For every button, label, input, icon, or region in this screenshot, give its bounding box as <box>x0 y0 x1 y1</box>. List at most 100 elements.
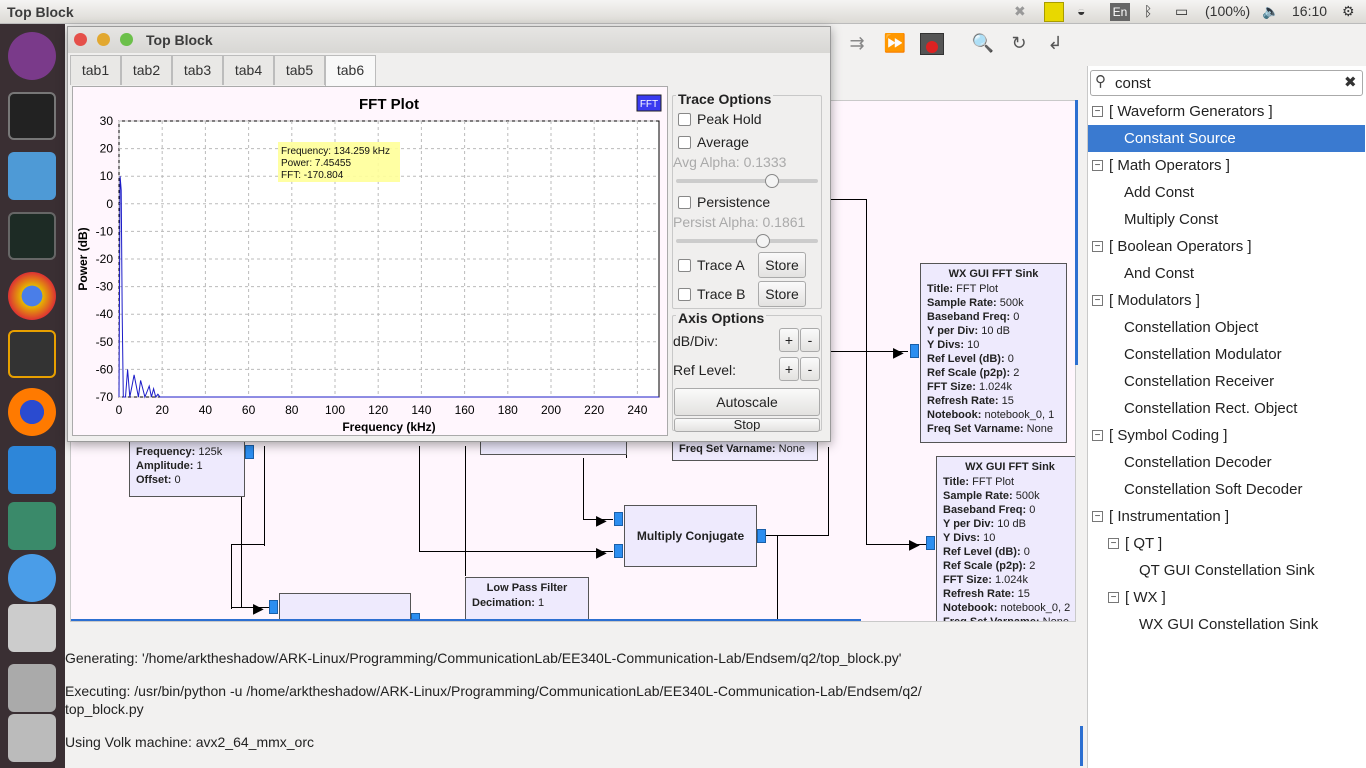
drive-icon[interactable] <box>8 664 56 712</box>
avg-alpha-knob[interactable] <box>765 174 779 188</box>
settings-gear-icon[interactable]: ⚙ <box>1342 3 1355 20</box>
console-scrollbar[interactable] <box>1080 726 1083 766</box>
notes-icon[interactable] <box>1044 2 1064 22</box>
tree-item[interactable]: Constant Source <box>1088 125 1365 152</box>
collapse-icon[interactable]: − <box>1092 241 1103 252</box>
block-search[interactable]: ⚲ ✖ <box>1090 70 1363 96</box>
vertical-scrollbar[interactable] <box>1075 100 1078 365</box>
output-port[interactable] <box>245 445 254 459</box>
bluetooth-icon[interactable]: ᛒ <box>1144 3 1152 19</box>
wx-fft-sink-block-2[interactable]: WX GUI FFT Sink Title: FFT Plot Sample Ra… <box>936 456 1075 621</box>
tree-category[interactable]: −[ Modulators ] <box>1088 287 1365 314</box>
avg-alpha-slider[interactable] <box>676 179 818 183</box>
minimize-window-icon[interactable] <box>97 33 110 46</box>
db-div-plus-button[interactable]: + <box>779 328 799 352</box>
low-pass-filter-block[interactable]: Low Pass Filter Decimation: 1 <box>465 577 589 621</box>
store-b-button[interactable]: Store <box>758 281 806 307</box>
tree-item[interactable]: Constellation Decoder <box>1088 449 1365 476</box>
tree-category[interactable]: −[ Boolean Operators ] <box>1088 233 1365 260</box>
forward-icon[interactable]: ⇉ <box>844 30 870 56</box>
tree-item[interactable]: And Const <box>1088 260 1365 287</box>
tree-category[interactable]: −[ Instrumentation ] <box>1088 503 1365 530</box>
input-port[interactable] <box>614 512 623 526</box>
tab-tab3[interactable]: tab3 <box>172 55 223 85</box>
collapse-icon[interactable]: − <box>1108 592 1119 603</box>
tree-category[interactable]: −[ QT ] <box>1088 530 1365 557</box>
tree-category[interactable]: −[ Math Operators ] <box>1088 152 1365 179</box>
collapse-icon[interactable]: − <box>1092 106 1103 117</box>
horizontal-scrollbar[interactable] <box>71 619 861 621</box>
close-window-icon[interactable] <box>74 33 87 46</box>
autoscale-button[interactable]: Autoscale <box>674 388 820 416</box>
tab-tab6[interactable]: tab6 <box>325 55 376 86</box>
app-store-icon[interactable] <box>8 554 56 602</box>
firefox-icon[interactable] <box>8 388 56 436</box>
keyboard-language-indicator[interactable]: En <box>1110 3 1130 21</box>
maximize-window-icon[interactable] <box>120 33 133 46</box>
tab-tab1[interactable]: tab1 <box>70 55 121 85</box>
tab-tab4[interactable]: tab4 <box>223 55 274 85</box>
drive-icon-2[interactable] <box>8 714 56 762</box>
tree-item[interactable]: Constellation Soft Decoder <box>1088 476 1365 503</box>
reload-icon[interactable]: ↻ <box>1006 30 1032 56</box>
trace-a-checkbox[interactable] <box>678 259 691 272</box>
multiply-block-partial[interactable] <box>279 593 411 621</box>
wifi-icon[interactable]: ◒ <box>1077 3 1085 19</box>
tree-item[interactable]: Constellation Object <box>1088 314 1365 341</box>
finder-icon[interactable] <box>8 446 56 494</box>
search-input[interactable] <box>1115 74 1335 92</box>
x-icon[interactable]: ✖ <box>1014 3 1026 20</box>
battery-icon[interactable]: ▭ <box>1175 3 1188 20</box>
document-icon[interactable] <box>8 604 56 652</box>
multiply-conjugate-block[interactable]: Multiply Conjugate <box>624 505 757 567</box>
peak-hold-checkbox[interactable] <box>678 113 691 126</box>
persistence-checkbox[interactable] <box>678 196 691 209</box>
terminal-icon[interactable] <box>8 92 56 140</box>
tree-item[interactable]: Constellation Receiver <box>1088 368 1365 395</box>
collapse-icon[interactable]: − <box>1092 160 1103 171</box>
search-icon[interactable]: 🔍 <box>970 30 996 56</box>
input-port[interactable] <box>269 600 278 614</box>
tree-category[interactable]: −[ WX ] <box>1088 584 1365 611</box>
ref-level-minus-button[interactable]: - <box>800 357 820 381</box>
tree-item[interactable]: Constellation Rect. Object <box>1088 395 1365 422</box>
persist-alpha-knob[interactable] <box>756 234 770 248</box>
wx-fft-sink-block-1[interactable]: WX GUI FFT Sink Title: FFT Plot Sample Ra… <box>920 263 1067 443</box>
tree-item[interactable]: Add Const <box>1088 179 1365 206</box>
tree-item[interactable]: WX GUI Constellation Sink <box>1088 611 1365 638</box>
collapse-icon[interactable]: − <box>1092 430 1103 441</box>
input-port[interactable] <box>910 344 919 358</box>
stop-icon[interactable] <box>920 33 944 55</box>
trace-b-checkbox[interactable] <box>678 288 691 301</box>
redo-icon[interactable]: ↲ <box>1042 30 1068 56</box>
stop-button[interactable]: Stop <box>674 418 820 432</box>
code-editor-icon[interactable] <box>8 330 56 378</box>
window-titlebar[interactable]: Top Block <box>68 27 830 53</box>
average-checkbox[interactable] <box>678 136 691 149</box>
tree-category[interactable]: −[ Waveform Generators ] <box>1088 98 1365 125</box>
fft-plot[interactable]: 0 20 40 60 80 100 120 140 160 180 200 220 240 30 20 10 0… <box>72 86 668 436</box>
db-div-minus-button[interactable]: - <box>800 328 820 352</box>
clock[interactable]: 16:10 <box>1292 3 1327 19</box>
tree-item[interactable]: Multiply Const <box>1088 206 1365 233</box>
volume-icon[interactable]: 🔈 <box>1262 3 1279 20</box>
chrome-icon[interactable] <box>8 272 56 320</box>
signal-source-block[interactable]: Frequency: 125k Amplitude: 1 Offset: 0 <box>129 441 245 497</box>
ubuntu-dash-icon[interactable] <box>8 32 56 80</box>
collapse-icon[interactable]: − <box>1092 511 1103 522</box>
collapse-icon[interactable]: − <box>1092 295 1103 306</box>
store-a-button[interactable]: Store <box>758 252 806 278</box>
persist-alpha-slider[interactable] <box>676 239 818 243</box>
tab-tab2[interactable]: tab2 <box>121 55 172 85</box>
ref-level-plus-button[interactable]: + <box>779 357 799 381</box>
output-port[interactable] <box>757 529 766 543</box>
battery-percent[interactable]: (100%) <box>1205 3 1250 19</box>
input-port[interactable] <box>926 536 935 550</box>
wps-icon[interactable] <box>8 502 56 550</box>
tree-category[interactable]: −[ Symbol Coding ] <box>1088 422 1365 449</box>
tree-item[interactable]: QT GUI Constellation Sink <box>1088 557 1365 584</box>
input-port[interactable] <box>614 544 623 558</box>
console-output[interactable]: Generating: '/home/arktheshadow/ARK-Linu… <box>65 628 1085 768</box>
fast-forward-icon[interactable]: ⏩ <box>882 30 908 56</box>
tab-tab5[interactable]: tab5 <box>274 55 325 85</box>
